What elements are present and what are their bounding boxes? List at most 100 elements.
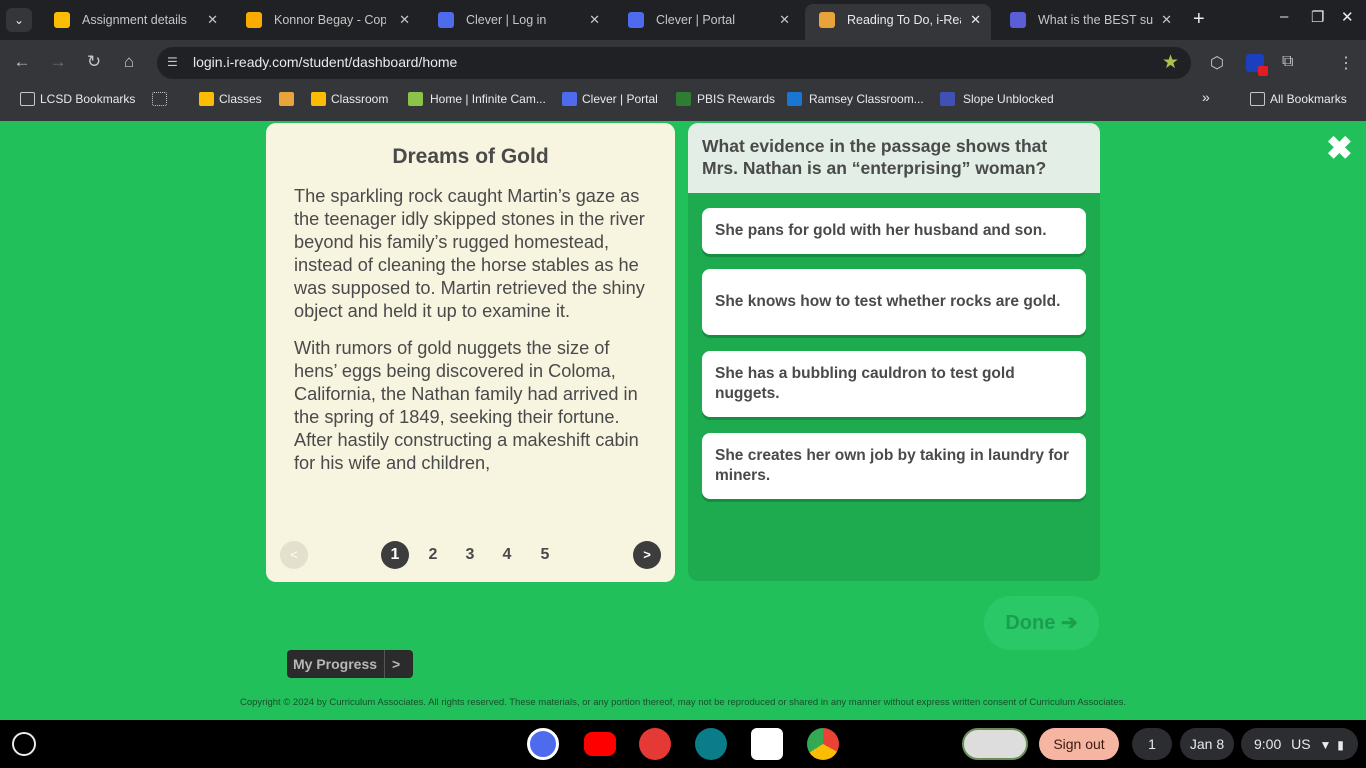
bookmark-star-icon[interactable]: ★ bbox=[1162, 51, 1179, 74]
answer-option-b[interactable]: She knows how to test whether rocks are … bbox=[702, 269, 1086, 335]
iready-cube-icon bbox=[279, 92, 294, 106]
page-5-button[interactable]: 5 bbox=[531, 541, 559, 569]
tab-clever-login[interactable]: Clever | Log in ✕ bbox=[424, 6, 610, 34]
bookmark-pbis[interactable]: PBIS Rewards bbox=[676, 92, 775, 106]
clever-icon bbox=[628, 12, 644, 28]
new-tab-icon[interactable]: + bbox=[1193, 8, 1205, 31]
bookmark-label: Classes bbox=[219, 92, 262, 106]
bookmark-clever-portal[interactable]: Clever | Portal bbox=[562, 92, 658, 106]
ramsey-icon bbox=[787, 92, 802, 106]
clock-text: 9:00 bbox=[1254, 736, 1282, 752]
puzzle-extensions-icon[interactable]: ⧉ bbox=[1282, 53, 1293, 71]
date-tray[interactable]: Jan 8 bbox=[1180, 728, 1234, 760]
close-tab-icon[interactable]: ✕ bbox=[970, 4, 981, 36]
question-header: What evidence in the passage shows that … bbox=[688, 123, 1100, 193]
clever-icon bbox=[562, 92, 577, 106]
play-store-icon[interactable] bbox=[751, 728, 783, 760]
forward-icon[interactable]: → bbox=[48, 52, 68, 72]
badge-icon bbox=[1258, 66, 1268, 76]
bookmark-lcsd[interactable]: LCSD Bookmarks bbox=[20, 92, 135, 106]
chrome-menu-icon[interactable]: ⋮ bbox=[1338, 53, 1354, 73]
bookmark-label: LCSD Bookmarks bbox=[40, 92, 136, 106]
answer-option-c[interactable]: She has a bubbling cauldron to test gold… bbox=[702, 351, 1086, 417]
answer-option-d[interactable]: She creates her own job by taking in lau… bbox=[702, 433, 1086, 499]
back-icon[interactable]: ← bbox=[12, 52, 32, 72]
home-icon[interactable]: ⌂ bbox=[119, 52, 139, 72]
close-tab-icon[interactable]: ✕ bbox=[779, 6, 790, 34]
apps-grid-icon bbox=[152, 92, 167, 106]
paint-app-icon[interactable] bbox=[639, 728, 671, 760]
tab-strip: ⌄ Assignment details ✕ Konnor Begay - Co… bbox=[0, 0, 1366, 40]
bookmark-label: Home | Infinite Cam... bbox=[430, 92, 546, 106]
launcher-icon[interactable] bbox=[12, 732, 36, 756]
copyright-text: Copyright © 2024 by Curriculum Associate… bbox=[240, 697, 1126, 708]
chevron-right-icon: > bbox=[392, 656, 401, 672]
tab-title: Konnor Begay - Copy of bbox=[274, 13, 386, 27]
campus-icon bbox=[408, 92, 423, 106]
page-3-button[interactable]: 3 bbox=[456, 541, 484, 569]
url-text[interactable]: login.i-ready.com/student/dashboard/home bbox=[193, 54, 457, 70]
site-info-icon[interactable]: ☰ bbox=[167, 55, 183, 71]
notification-count: 1 bbox=[1148, 736, 1156, 752]
browser-chrome: ⌄ Assignment details ✕ Konnor Begay - Co… bbox=[0, 0, 1366, 121]
folder-icon bbox=[1250, 92, 1265, 106]
address-bar[interactable]: ☰ login.i-ready.com/student/dashboard/ho… bbox=[157, 47, 1191, 79]
passage-pager: < 1 2 3 4 5 > bbox=[266, 541, 675, 571]
bookmark-slope[interactable]: Slope Unblocked bbox=[940, 92, 1054, 106]
bookmark-classes[interactable]: Classes bbox=[199, 92, 262, 106]
bookmarks-bar: LCSD Bookmarks Classes Classroom Home | … bbox=[0, 86, 1366, 114]
passage-title: Dreams of Gold bbox=[392, 145, 549, 168]
divider bbox=[384, 650, 385, 678]
profile-extension-icon[interactable] bbox=[1246, 54, 1268, 76]
classroom-icon bbox=[311, 92, 326, 106]
reload-icon[interactable]: ↻ bbox=[84, 52, 104, 72]
desk-thumbnail-icon[interactable] bbox=[962, 728, 1028, 760]
tab-iready-active[interactable]: Reading To Do, i-Ready ✕ bbox=[805, 4, 991, 40]
bookmark-classroom[interactable]: Classroom bbox=[311, 92, 388, 106]
bookmark-label: Classroom bbox=[331, 92, 389, 106]
my-progress-button[interactable]: My Progress > bbox=[287, 650, 413, 678]
iready-cube-icon bbox=[819, 12, 835, 28]
next-page-button[interactable]: > bbox=[633, 541, 661, 569]
close-tab-icon[interactable]: ✕ bbox=[207, 6, 218, 34]
close-tab-icon[interactable]: ✕ bbox=[1161, 6, 1172, 34]
tab-title: Assignment details bbox=[82, 13, 187, 27]
page-1-button[interactable]: 1 bbox=[381, 541, 409, 569]
youtube-app-icon[interactable] bbox=[584, 732, 616, 756]
tab-assignment-details[interactable]: Assignment details ✕ bbox=[40, 6, 228, 34]
extension-icon[interactable]: ⬡ bbox=[1210, 53, 1224, 73]
done-button[interactable]: Done ➔ bbox=[984, 596, 1099, 650]
passage-panel: Dreams of Gold The sparkling rock caught… bbox=[266, 123, 675, 582]
maximize-icon[interactable]: ❐ bbox=[1311, 8, 1324, 26]
close-tab-icon[interactable]: ✕ bbox=[589, 6, 600, 34]
tab-search-button[interactable]: ⌄ bbox=[6, 8, 32, 32]
minimize-icon[interactable]: – bbox=[1280, 8, 1288, 25]
bookmark-label: Clever | Portal bbox=[582, 92, 658, 106]
clever-app-icon[interactable] bbox=[527, 728, 559, 760]
tab-title: Clever | Log in bbox=[466, 13, 547, 27]
more-bookmarks-icon[interactable]: » bbox=[1202, 89, 1210, 105]
tab-copy-doc[interactable]: Konnor Begay - Copy of ✕ bbox=[232, 6, 420, 34]
slope-icon bbox=[940, 92, 955, 106]
notification-badge[interactable]: 1 bbox=[1132, 728, 1172, 760]
sign-out-button[interactable]: Sign out bbox=[1039, 728, 1119, 760]
status-tray[interactable]: 9:00 US ▼ ▮ bbox=[1241, 728, 1358, 760]
tab-best-summary[interactable]: What is the BEST sum ✕ bbox=[996, 6, 1182, 34]
close-tab-icon[interactable]: ✕ bbox=[399, 6, 410, 34]
close-lesson-icon[interactable]: ✖ bbox=[1326, 129, 1353, 167]
all-bookmarks[interactable]: All Bookmarks bbox=[1250, 92, 1347, 106]
page-2-button[interactable]: 2 bbox=[419, 541, 447, 569]
news-app-icon[interactable] bbox=[695, 728, 727, 760]
tab-title: What is the BEST sum bbox=[1038, 13, 1154, 27]
question-text: What evidence in the passage shows that … bbox=[702, 136, 1048, 178]
pbis-icon bbox=[676, 92, 691, 106]
date-text: Jan 8 bbox=[1189, 736, 1225, 752]
close-window-icon[interactable]: ✕ bbox=[1341, 8, 1354, 26]
bookmark-infinite-campus[interactable]: Home | Infinite Cam... bbox=[408, 92, 546, 106]
answer-option-a[interactable]: She pans for gold with her husband and s… bbox=[702, 208, 1086, 254]
tab-clever-portal[interactable]: Clever | Portal ✕ bbox=[614, 6, 800, 34]
bookmark-ramsey[interactable]: Ramsey Classroom... bbox=[787, 92, 924, 106]
page-4-button[interactable]: 4 bbox=[493, 541, 521, 569]
prev-page-button[interactable]: < bbox=[280, 541, 308, 569]
chrome-app-icon[interactable] bbox=[807, 728, 839, 760]
